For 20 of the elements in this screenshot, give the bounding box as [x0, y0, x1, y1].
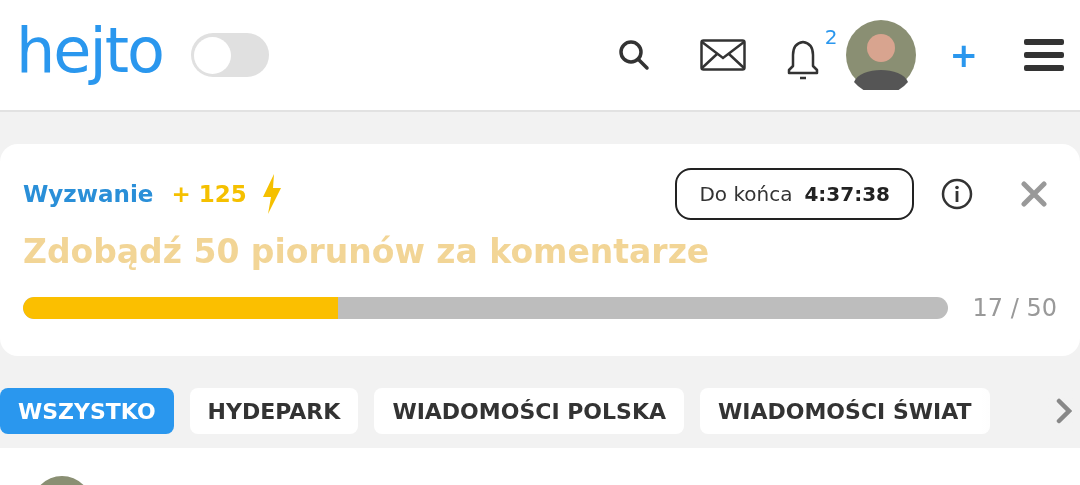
theme-toggle[interactable]	[190, 33, 269, 77]
category-tab[interactable]: WIADOMOŚCI POLSKA	[374, 388, 684, 434]
lightning-icon	[260, 174, 283, 214]
category-tab[interactable]: HYDEPARK	[189, 388, 359, 434]
timer-value: 4:37:38	[804, 181, 890, 208]
timer-label: Do końca	[699, 181, 793, 208]
close-icon[interactable]	[1021, 181, 1047, 207]
menu-icon[interactable]	[1024, 38, 1064, 72]
avatar[interactable]	[845, 20, 916, 90]
reward-points: + 125	[171, 179, 247, 209]
category-tab[interactable]: WIADOMOŚCI ŚWIAT	[700, 388, 990, 434]
challenge-label: Wyzwanie	[23, 179, 154, 209]
notification-count: 2	[824, 24, 838, 51]
info-icon[interactable]	[941, 178, 973, 210]
progress-text: 17 / 50	[972, 293, 1057, 324]
search-icon[interactable]	[617, 39, 650, 71]
bell-icon[interactable]	[785, 38, 820, 82]
chevron-right-icon[interactable]	[1056, 398, 1072, 424]
mail-icon[interactable]	[699, 39, 746, 71]
challenge-title: Zdobądź 50 piorunów za komentarze	[23, 231, 711, 273]
